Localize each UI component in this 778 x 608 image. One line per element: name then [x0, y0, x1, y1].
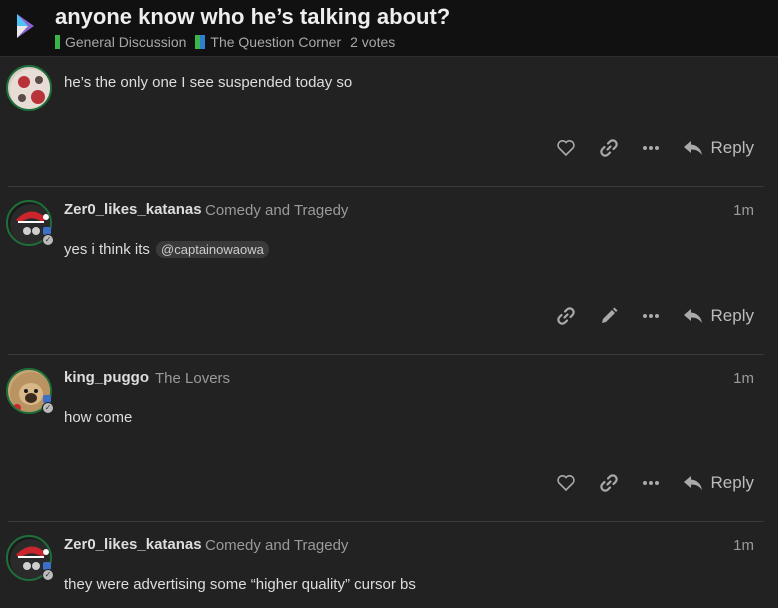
user-title: Comedy and Tragedy	[205, 202, 349, 219]
category-label: General Discussion	[65, 34, 187, 50]
more-icon[interactable]	[639, 471, 663, 495]
topic-header: anyone know who he’s talking about? Gene…	[0, 0, 778, 57]
post-body: he’s the only one I see suspended today …	[64, 74, 353, 91]
username[interactable]: Zer0_likes_katanas	[64, 536, 202, 553]
reply-button[interactable]: Reply	[683, 304, 754, 328]
reply-button[interactable]: Reply	[683, 471, 754, 495]
post-date[interactable]: 1m	[733, 537, 754, 554]
reply-icon	[683, 309, 702, 323]
post-divider	[8, 521, 764, 522]
post-date[interactable]: 1m	[733, 202, 754, 219]
category-swatch	[195, 35, 206, 49]
user-title: Comedy and Tragedy	[205, 537, 349, 554]
category-label: The Question Corner	[210, 34, 342, 50]
status-badge: ✓	[42, 402, 54, 414]
user-title: The Lovers	[155, 370, 231, 387]
link-icon[interactable]	[597, 471, 621, 495]
post-text: yes i think its	[64, 241, 150, 258]
link-icon[interactable]	[554, 304, 578, 328]
category-swatch	[55, 35, 60, 49]
post-body: how come	[64, 409, 133, 426]
reply-icon	[683, 141, 702, 155]
category-general-discussion[interactable]: General Discussion	[55, 34, 186, 50]
post-body: they were advertising some “higher quali…	[64, 576, 416, 593]
like-icon[interactable]	[554, 471, 578, 495]
edit-icon[interactable]	[597, 304, 621, 328]
post-divider	[8, 354, 764, 355]
status-badge: ✓	[42, 234, 54, 246]
more-icon[interactable]	[639, 304, 663, 328]
post-actions: Reply	[0, 471, 778, 495]
reply-icon	[683, 476, 702, 490]
reply-button[interactable]: Reply	[683, 136, 754, 160]
avatar[interactable]	[6, 65, 52, 111]
like-icon[interactable]	[554, 136, 578, 160]
site-logo-icon[interactable]	[14, 12, 38, 40]
category-question-corner[interactable]: The Question Corner	[195, 34, 341, 50]
reply-label: Reply	[710, 473, 754, 492]
username[interactable]: Zer0_likes_katanas	[64, 201, 202, 218]
link-icon[interactable]	[597, 136, 621, 160]
post-actions: Reply	[0, 304, 778, 328]
user-mention[interactable]: @captainowaowa	[156, 241, 269, 258]
reply-label: Reply	[710, 138, 754, 157]
post-divider	[8, 186, 764, 187]
topic-title[interactable]: anyone know who he’s talking about?	[55, 4, 450, 30]
vote-count: 2 votes	[350, 34, 396, 50]
topic-meta: General Discussion The Question Corner 2…	[55, 33, 395, 51]
post-actions: Reply	[0, 136, 778, 160]
post-body: yes i think its @captainowaowa	[64, 241, 269, 258]
more-icon[interactable]	[639, 136, 663, 160]
post-date[interactable]: 1m	[733, 370, 754, 387]
status-badge: ✓	[42, 569, 54, 581]
username[interactable]: king_puggo	[64, 369, 149, 386]
reply-label: Reply	[710, 306, 754, 325]
